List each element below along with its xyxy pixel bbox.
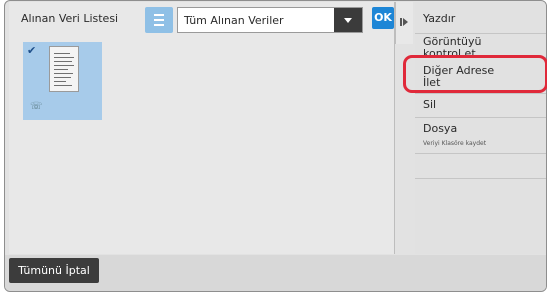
menu-item-empty bbox=[415, 154, 546, 179]
menu-item-print[interactable]: Yazdır bbox=[415, 2, 546, 34]
page-title: Alınan Veri Listesi bbox=[21, 12, 119, 25]
menu-item-label: Sil bbox=[423, 98, 437, 111]
collapse-panel-icon[interactable] bbox=[395, 2, 413, 44]
bottom-bar: Tümünü İptal bbox=[5, 255, 546, 291]
checkmark-icon: ✔ bbox=[27, 44, 37, 57]
menu-item-description: Veriyi Klasöre kaydet bbox=[423, 140, 487, 147]
selection-highlight bbox=[403, 55, 547, 93]
menu-item-label: Yazdır bbox=[423, 12, 456, 25]
dropdown-arrow-icon[interactable] bbox=[334, 8, 362, 32]
menu-item-label: Dosya bbox=[423, 122, 458, 135]
filter-dropdown[interactable]: Tüm Alınan Veriler bbox=[177, 7, 363, 33]
received-item-thumbnail[interactable]: ✔ ☏ bbox=[23, 42, 102, 120]
filter-dropdown-value: Tüm Alınan Veriler bbox=[184, 14, 284, 27]
menu-item-delete[interactable]: Sil bbox=[415, 94, 546, 118]
list-view-icon[interactable] bbox=[145, 7, 173, 33]
received-data-panel: Alınan Veri Listesi Tüm Alınan Veriler O… bbox=[9, 2, 395, 254]
cancel-all-button[interactable]: Tümünü İptal bbox=[9, 258, 99, 283]
fax-received-icon: ☏ bbox=[30, 101, 43, 112]
menu-item-file[interactable]: Dosya Veriyi Klasöre kaydet bbox=[415, 118, 546, 154]
received-data-window: Alınan Veri Listesi Tüm Alınan Veriler O… bbox=[4, 0, 547, 292]
action-menu: Yazdır Görüntüyü kontrol et Diğer Adrese… bbox=[415, 2, 546, 254]
ok-button[interactable]: OK bbox=[372, 7, 394, 29]
document-preview bbox=[49, 46, 79, 92]
